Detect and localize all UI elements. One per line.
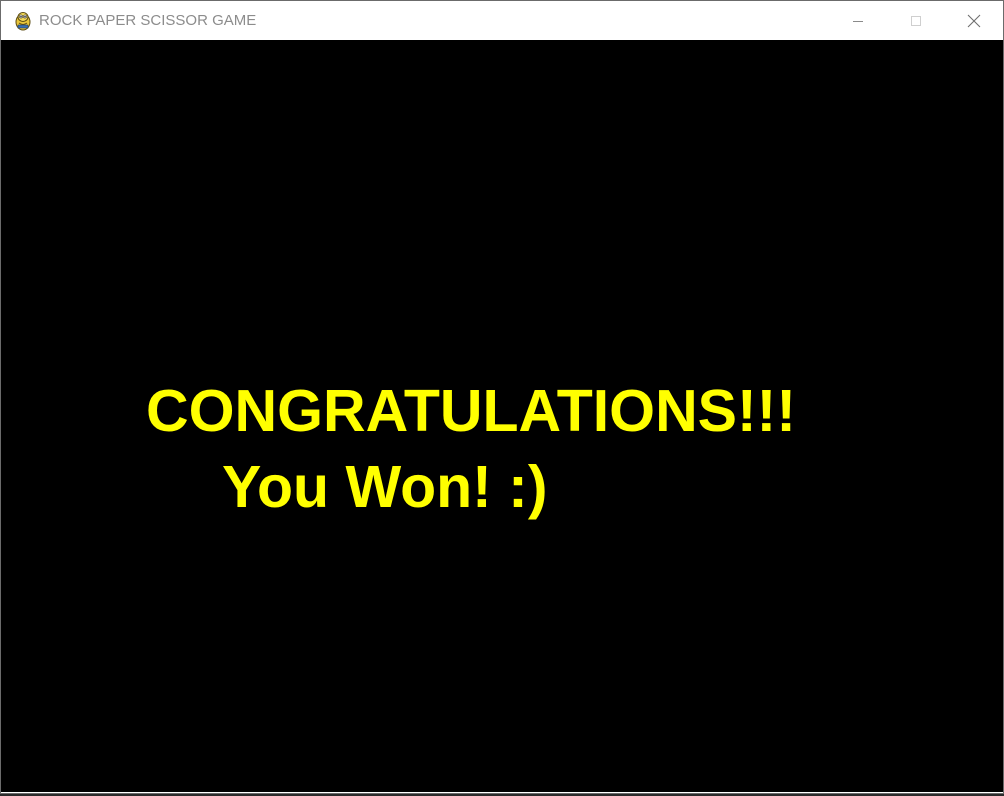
close-button[interactable] — [945, 1, 1003, 40]
maximize-button[interactable] — [887, 1, 945, 40]
app-window: ROCK PAPER SCISSOR GAME CONGRATULATIONS!… — [0, 0, 1004, 794]
pygame-snake-icon — [13, 11, 33, 31]
congratulations-headline: CONGRATULATIONS!!! — [146, 378, 796, 444]
close-icon — [967, 14, 981, 27]
maximize-icon — [911, 15, 921, 26]
window-controls — [829, 1, 1003, 40]
minimize-icon — [853, 20, 863, 22]
result-message: You Won! :) — [222, 454, 548, 520]
window-title: ROCK PAPER SCISSOR GAME — [39, 12, 257, 29]
minimize-button[interactable] — [829, 1, 887, 40]
title-bar[interactable]: ROCK PAPER SCISSOR GAME — [1, 1, 1003, 40]
game-canvas[interactable]: CONGRATULATIONS!!! You Won! :) — [1, 40, 1003, 792]
